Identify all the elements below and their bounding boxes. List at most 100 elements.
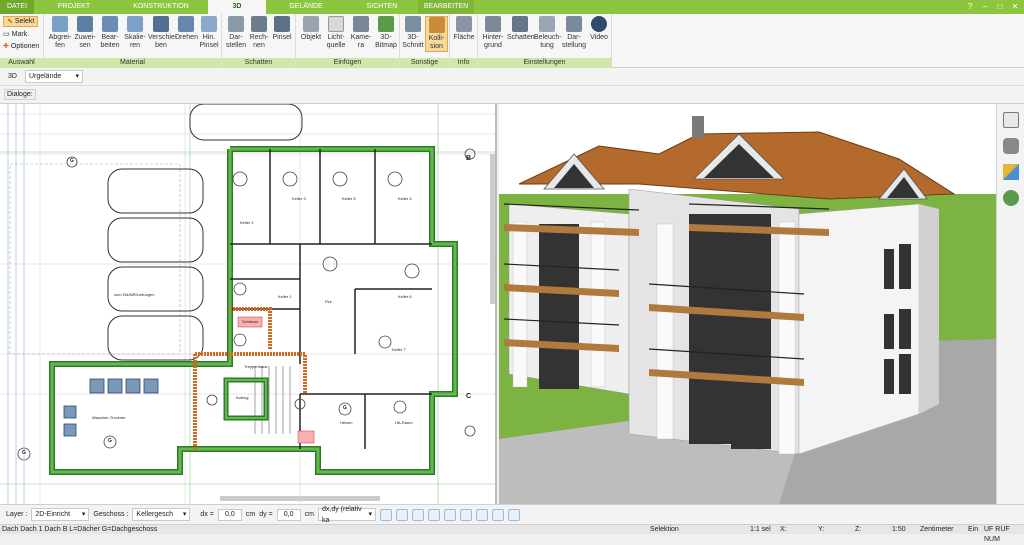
rotate-icon (178, 16, 194, 32)
chevron-down-icon: ▾ (81, 511, 86, 518)
tool-beleuchtung[interactable]: Beleuch- tung (534, 16, 562, 50)
north-icon[interactable] (491, 508, 504, 521)
brush-icon (201, 16, 217, 32)
tool-hintergrund[interactable]: Hinter- grund (480, 16, 506, 50)
axis-label-c: C (466, 393, 472, 400)
marker-g-2: G (108, 438, 112, 444)
chevron-down-icon: ▾ (368, 511, 372, 518)
marker-g-1: G (70, 158, 74, 164)
tool-objekt[interactable]: Objekt (299, 16, 323, 42)
group-material: Abgrei- fen Zuwei- sen Bear- beiten Skal… (44, 14, 222, 68)
tab-gelaende[interactable]: GELÄNDE (266, 0, 346, 14)
tab-bearbeiten[interactable]: BEARBEITEN (418, 0, 474, 14)
tree-icon[interactable] (1003, 190, 1019, 206)
background-icon (485, 16, 501, 32)
tool-zuweisen[interactable]: Zuwei- sen (73, 16, 97, 50)
geschoss-label: Geschoss : (93, 511, 129, 518)
window-controls: ? – □ ✕ (965, 1, 1020, 12)
clock-icon[interactable] (379, 508, 392, 521)
layers-icon[interactable] (1003, 112, 1019, 128)
optionen-button[interactable]: ✚ Optionen (3, 41, 39, 52)
mark-icon: ▭ (3, 31, 10, 38)
snap-layer-icon[interactable] (459, 508, 472, 521)
snap-grid-icon[interactable] (411, 508, 424, 521)
view-label: 3D (8, 73, 17, 80)
tab-sichten[interactable]: SICHTEN (346, 0, 418, 14)
maximize-button[interactable]: □ (995, 1, 1005, 12)
tab-3d[interactable]: 3D (208, 0, 266, 14)
tool-kamera[interactable]: Kame- ra (349, 16, 373, 50)
scale-icon (127, 16, 143, 32)
tab-konstruktion[interactable]: KONSTRUKTION (114, 0, 208, 14)
group-auswahl: ⬉ Selekt ▭ Mark. ✚ Optionen Auswahl (0, 14, 44, 68)
tool-schatten-einst[interactable]: Schatten (507, 16, 535, 42)
layer-select[interactable]: 2D-Einricht ▾ (31, 508, 90, 521)
dy-label: dy = (259, 511, 273, 518)
tool-rechnen[interactable]: Rech- nen (248, 16, 270, 50)
coord-mode-select[interactable]: dx,dy (relativ ka ▾ (317, 506, 376, 524)
grid-icon[interactable] (475, 508, 488, 521)
status-bar: Dach Dach 1 Dach B L=Dächer G=Dachgescho… (0, 524, 1024, 543)
group-label-sonstige: Sonstige (400, 58, 449, 68)
tool-darstellung[interactable]: Dar- stellung (561, 16, 587, 50)
tool-bearbeiten[interactable]: Bear- beiten (98, 16, 122, 50)
snap-angle-icon[interactable] (443, 508, 456, 521)
geschoss-select[interactable]: Kellergesch ▾ (132, 508, 191, 521)
tool-pinsel[interactable]: Pinsel (271, 16, 293, 42)
tree-icon (378, 16, 394, 32)
label-keller7: Keller 7 (392, 347, 406, 352)
label-keller4: Keller 4 (398, 196, 412, 201)
view-3d[interactable] (499, 104, 996, 504)
group-schatten: Dar- stellen Rech- nen Pinsel Schatten (222, 14, 296, 68)
tool-lichtquelle[interactable]: Licht- quelle (324, 16, 348, 50)
label-aufzug: Aufzug (236, 395, 249, 400)
building-3d-render (499, 116, 996, 504)
tool-drehen[interactable]: Drehen (175, 16, 198, 42)
group-label-info: Info (450, 58, 477, 68)
tool-3d-schnitt[interactable]: 3D- Schnitt (402, 16, 424, 50)
snap-point-icon[interactable] (395, 508, 408, 521)
tool-darstellen[interactable]: Dar- stellen (225, 16, 247, 50)
label-keller3: Keller 3 (292, 196, 306, 201)
tool-abgreifen[interactable]: Abgrei- fen (48, 16, 72, 50)
dialogs-label: Dialoge: (4, 89, 36, 100)
dy-input[interactable]: 0,0 (276, 508, 301, 521)
close-button[interactable]: ✕ (1010, 1, 1020, 12)
dialog-bar: Dialoge: (0, 86, 1024, 104)
materials-icon[interactable] (1003, 164, 1019, 180)
selekt-button[interactable]: ⬉ Selekt (3, 16, 39, 27)
right-side-panel (996, 104, 1024, 504)
terrain-select[interactable]: Urgelände ▾ (24, 70, 83, 83)
group-einfuegen: Objekt Licht- quelle Kame- ra 3D- Bitmap… (296, 14, 400, 68)
tab-projekt[interactable]: PROJEKT (34, 0, 114, 14)
paint-bucket-icon (77, 16, 93, 32)
tool-hin-pinsel[interactable]: Hin. Pinsel (198, 16, 220, 50)
label-treppenhaus: Treppenhaus (244, 364, 268, 369)
tool-kollision[interactable]: Kolli- sion (425, 16, 448, 52)
group-label-material: Material (44, 58, 221, 68)
tool-video[interactable]: Video (588, 16, 610, 42)
floor-plan-drawing (0, 104, 495, 504)
tool-verschieben[interactable]: Verschie- ben (148, 16, 177, 50)
tool-skalieren[interactable]: Skalie- ren (123, 16, 147, 50)
status-flags: UF RUF NUM (984, 526, 1010, 543)
tool-flaeche[interactable]: Fläche (452, 16, 476, 42)
help-icon[interactable]: ? (965, 1, 975, 12)
tab-datei[interactable]: DATEI (0, 0, 34, 14)
chevron-down-icon: ▾ (75, 73, 79, 80)
chair-icon (303, 16, 319, 32)
group-einstellungen: Hinter- grund Schatten Beleuch- tung Dar… (478, 14, 612, 68)
dx-input[interactable]: 0,0 (217, 508, 242, 521)
tool-3d-bitmap[interactable]: 3D- Bitmap (374, 16, 398, 50)
pin-icon[interactable] (507, 508, 520, 521)
group-info: Fläche Info (450, 14, 478, 68)
ribbon: ⬉ Selekt ▭ Mark. ✚ Optionen Auswahl Abgrei-… (0, 14, 1024, 68)
mark-button[interactable]: ▭ Mark. (3, 29, 29, 40)
label-waschen: Waschen-Trockner (92, 415, 126, 420)
group-label-auswahl: Auswahl (0, 58, 43, 68)
minimize-button[interactable]: – (980, 1, 990, 12)
collision-icon (428, 17, 445, 33)
plan-view-2d[interactable]: Keller 2 Keller 3 Keller 5 Keller 4 Kell… (0, 104, 497, 504)
snap-line-icon[interactable] (427, 508, 440, 521)
chair-icon[interactable] (1003, 138, 1019, 154)
